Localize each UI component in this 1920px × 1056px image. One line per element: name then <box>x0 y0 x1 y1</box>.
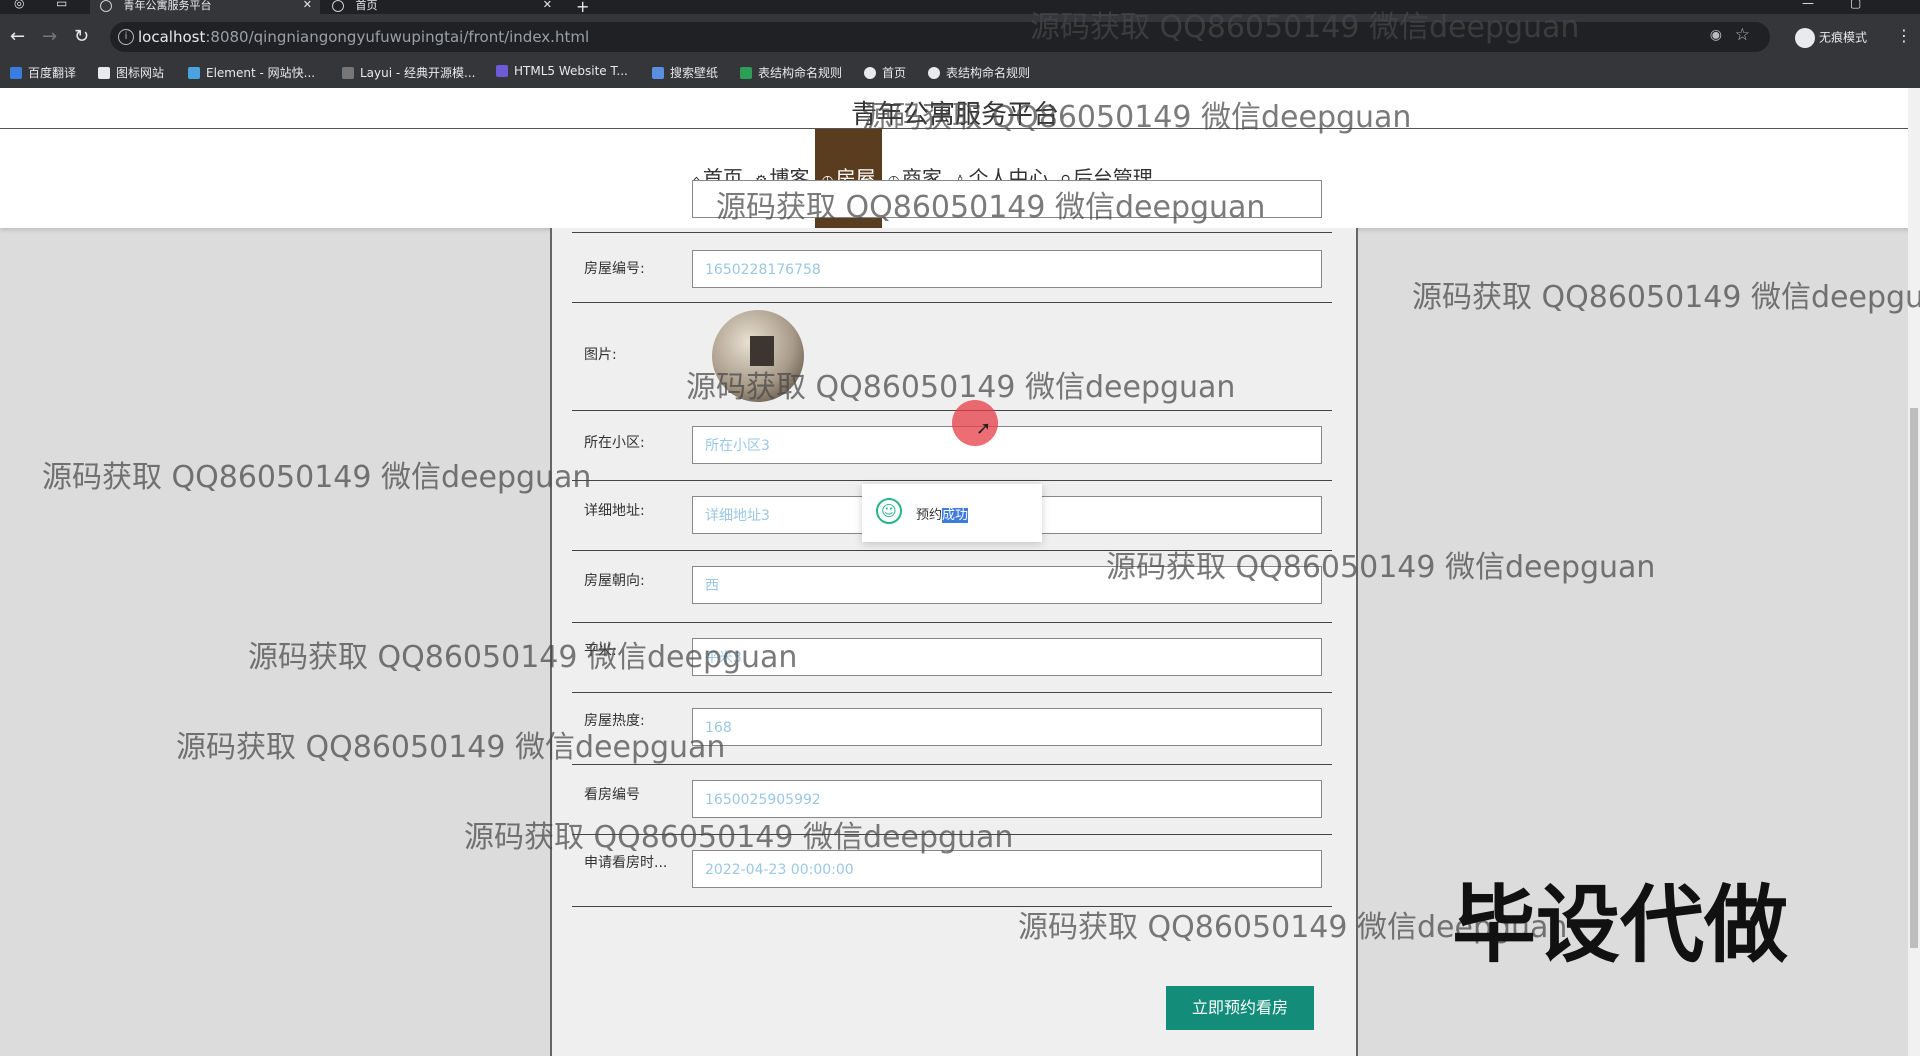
tab-page-icon: ▭ <box>56 0 68 10</box>
bookmarks-bar: 百度翻译 图标网站 Element - 网站快... Layui - 经典开源模… <box>0 58 1920 88</box>
maximize-icon[interactable]: ▢ <box>1850 0 1861 10</box>
tab-title: 首页 <box>355 0 378 12</box>
bookmark-item[interactable]: 百度翻译 <box>10 64 76 81</box>
browser-tab-bar: ◎ ▭ 青年公寓服务平台 ✕ 首页 ✕ + — ▢ <box>0 0 1920 16</box>
eye-off-icon[interactable]: ◉ <box>1710 27 1722 43</box>
toast-message: 预约成功 <box>916 508 969 523</box>
watermark-text: 源码获取 QQ86050149 微信deepguan <box>176 730 726 765</box>
browser-icon: ◎ <box>14 0 25 10</box>
watermark-text: 源码获取 QQ86050149 微信deepguan <box>1412 280 1920 315</box>
popularity-input[interactable]: 168 <box>692 708 1322 746</box>
watermark-text: 源码获取 QQ86050149 微信deepguan <box>686 370 1236 405</box>
bookmark-item[interactable]: 搜索壁纸 <box>652 64 718 81</box>
cursor-icon: ➚ <box>976 418 992 439</box>
watermark-text: 源码获取 QQ86050149 微信deepguan <box>42 460 592 495</box>
smile-icon: ☺ <box>876 498 902 524</box>
menu-icon[interactable]: ⋮ <box>1896 26 1912 45</box>
form-label: 所在小区: <box>584 435 645 451</box>
watermark-text: 源码获取 QQ86050149 微信deepguan <box>1030 10 1580 45</box>
bookmark-item[interactable]: 图标网站 <box>98 64 164 81</box>
form-label: 详细地址: <box>584 503 645 519</box>
house-number-input[interactable]: 1650228176758 <box>692 250 1322 288</box>
vue-icon <box>100 0 112 12</box>
watermark-text: 源码获取 QQ86050149 微信deepguan <box>464 820 1014 855</box>
close-icon[interactable]: ✕ <box>303 0 312 10</box>
bookmark-item[interactable]: 表结构命名规则 <box>928 64 1030 81</box>
scrollbar-thumb[interactable] <box>1910 408 1918 948</box>
browser-tab-1[interactable]: 青年公寓服务平台 ✕ <box>90 0 320 14</box>
bookmark-item[interactable]: 首页 <box>864 64 906 81</box>
forward-icon[interactable]: → <box>42 26 57 47</box>
incognito-badge[interactable]: 无痕模式 <box>1795 28 1867 48</box>
big-watermark: 毕设代做 <box>1452 876 1789 974</box>
tab-title: 青年公寓服务平台 <box>123 0 212 12</box>
watermark-text: 源码获取 QQ86050149 微信deepguan <box>862 100 1412 135</box>
scrollbar[interactable] <box>1908 88 1920 1056</box>
globe-icon <box>332 0 344 12</box>
form-row: 房屋编号: 1650228176758 <box>572 232 1332 303</box>
book-viewing-button[interactable]: 立即预约看房 <box>1166 986 1314 1030</box>
bookmark-item[interactable]: Layui - 经典开源模... <box>342 64 475 81</box>
watermark-text: 源码获取 QQ86050149 微信deepguan <box>248 640 798 675</box>
form-label: 房屋编号: <box>584 261 645 277</box>
back-icon[interactable]: ← <box>10 26 25 47</box>
bookmark-item[interactable]: 表结构命名规则 <box>740 64 842 81</box>
star-icon[interactable]: ☆ <box>1735 25 1750 45</box>
watermark-text: 源码获取 QQ86050149 微信deepguan <box>716 190 1266 225</box>
url-text: localhost:8080/qingniangongyufuwupingtai… <box>138 28 590 46</box>
address-bar-row: ← → ↻ i localhost:8080/qingniangongyufuw… <box>0 14 1920 62</box>
form-label: 房屋朝向: <box>584 573 645 589</box>
community-input[interactable]: 所在小区3 <box>692 426 1322 464</box>
incognito-icon <box>1795 28 1815 48</box>
info-icon[interactable]: i <box>118 29 134 45</box>
form-label: 看房编号 <box>584 787 640 803</box>
bookmark-item[interactable]: Element - 网站快... <box>188 64 315 81</box>
watermark-text: 源码获取 QQ86050149 微信deepguan <box>1106 550 1656 585</box>
bookmark-item[interactable]: HTML5 Website T... <box>496 64 628 78</box>
minimize-icon[interactable]: — <box>1802 0 1814 10</box>
close-icon[interactable]: ✕ <box>543 0 552 10</box>
click-indicator <box>952 400 998 446</box>
browser-tab-2[interactable]: 首页 ✕ <box>322 0 560 14</box>
reload-icon[interactable]: ↻ <box>74 26 89 47</box>
form-label: 图片: <box>584 347 617 363</box>
success-toast: ☺ 预约成功 <box>862 484 1042 542</box>
